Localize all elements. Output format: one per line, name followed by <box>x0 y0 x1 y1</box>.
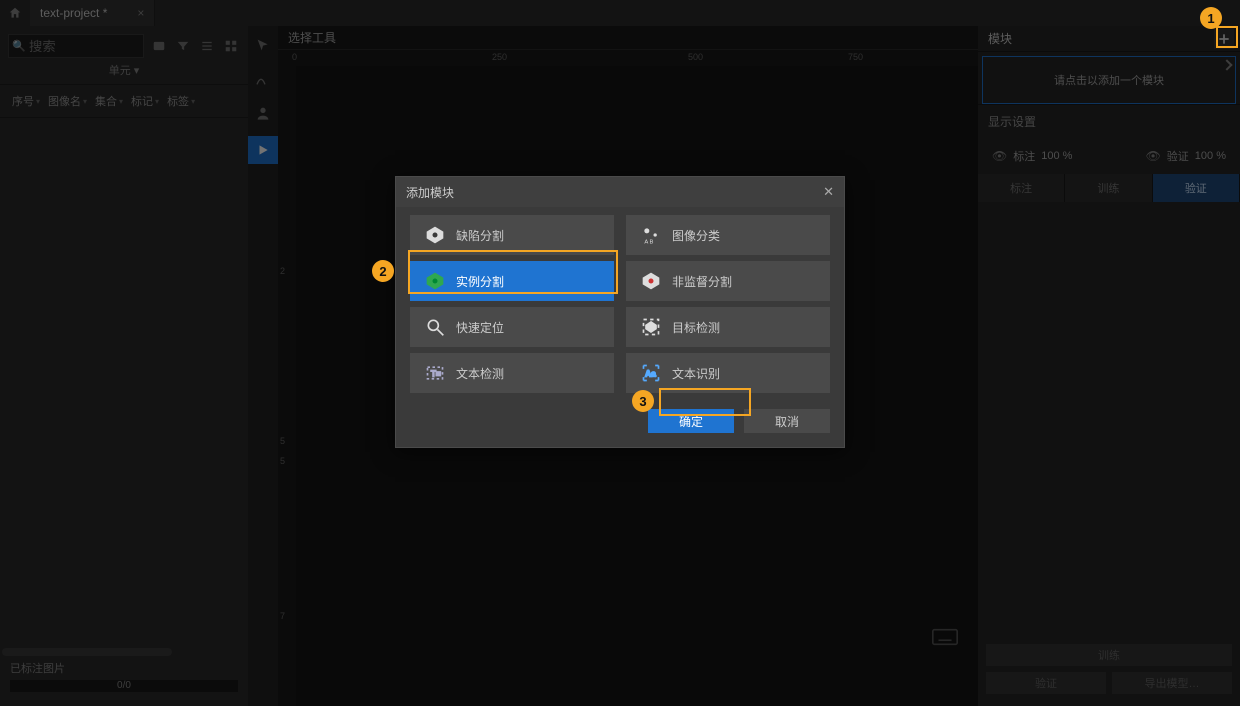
defect-seg-icon <box>424 224 446 246</box>
add-module-dialog: 添加模块 ✕ 缺陷分割 A B 图像分类 实例分割 非监督分割 <box>395 176 845 448</box>
image-cls-icon: A B <box>640 224 662 246</box>
svg-text:Aa: Aa <box>645 368 656 378</box>
obj-det-icon <box>640 316 662 338</box>
module-instance-seg[interactable]: 实例分割 <box>410 261 614 301</box>
close-icon[interactable]: ✕ <box>823 184 834 200</box>
instance-seg-icon <box>424 270 446 292</box>
module-fast-loc[interactable]: 快速定位 <box>410 307 614 347</box>
ok-button[interactable]: 确定 <box>648 409 734 433</box>
text-rec-icon: Aa <box>640 362 662 384</box>
svg-text:A B: A B <box>644 239 653 245</box>
svg-text:T≡: T≡ <box>431 368 441 378</box>
cancel-button[interactable]: 取消 <box>744 409 830 433</box>
module-image-cls[interactable]: A B 图像分类 <box>626 215 830 255</box>
callout-1: 1 <box>1200 7 1222 29</box>
module-obj-det[interactable]: 目标检测 <box>626 307 830 347</box>
module-defect-seg[interactable]: 缺陷分割 <box>410 215 614 255</box>
text-det-icon: T≡ <box>424 362 446 384</box>
module-unsup-seg[interactable]: 非监督分割 <box>626 261 830 301</box>
dialog-title: 添加模块 <box>406 184 454 201</box>
module-text-rec[interactable]: Aa 文本识别 <box>626 353 830 393</box>
module-text-det[interactable]: T≡ 文本检测 <box>410 353 614 393</box>
callout-2: 2 <box>372 260 394 282</box>
fast-loc-icon <box>424 316 446 338</box>
unsup-seg-icon <box>640 270 662 292</box>
callout-3: 3 <box>632 390 654 412</box>
